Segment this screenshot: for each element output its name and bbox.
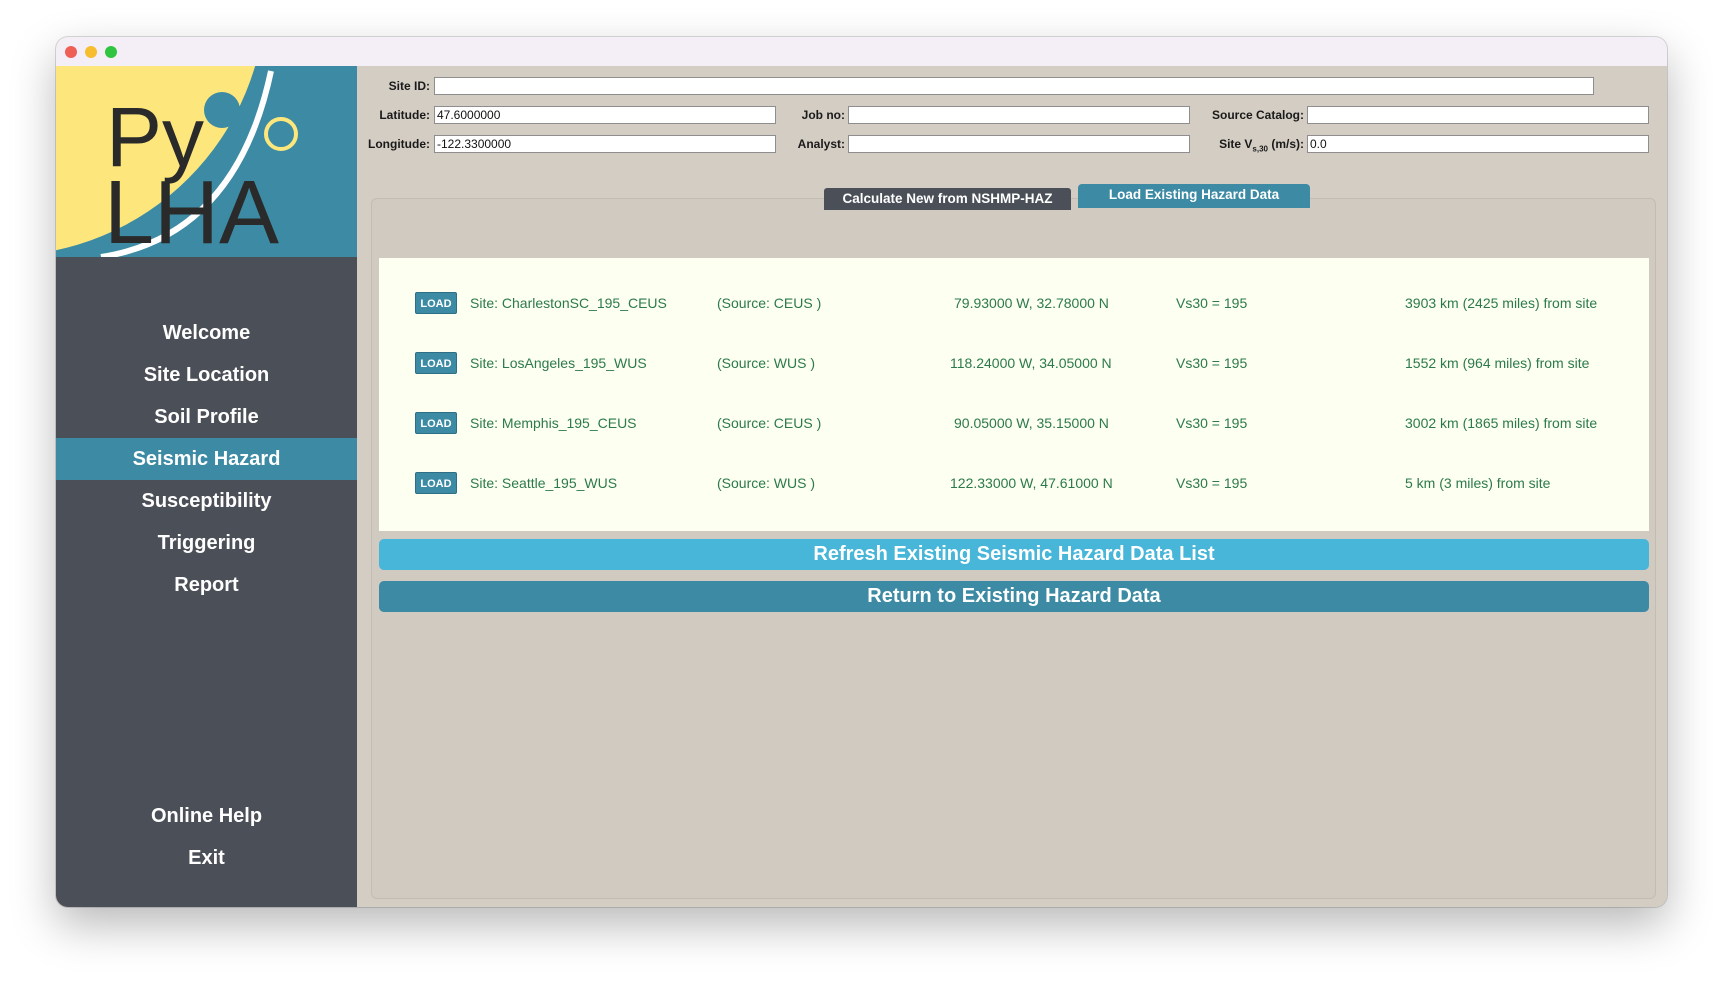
sidebar-nav: Welcome Site Location Soil Profile Seism… (56, 312, 357, 606)
longitude-label: Longitude: (368, 137, 430, 151)
title-bar (56, 37, 1667, 66)
exit-button[interactable]: Exit (56, 837, 357, 879)
zoom-window-button[interactable] (105, 46, 117, 58)
sidebar-bottom-nav: Online Help Exit (56, 795, 357, 879)
load-button[interactable]: LOAD (415, 412, 457, 434)
load-button[interactable]: LOAD (415, 472, 457, 494)
minimize-window-button[interactable] (85, 46, 97, 58)
close-window-button[interactable] (65, 46, 77, 58)
source-catalog-input[interactable] (1307, 106, 1649, 124)
vs30-value: Vs30 = 195 (1176, 355, 1248, 371)
load-button[interactable]: LOAD (415, 292, 457, 314)
refresh-hazard-list-button[interactable]: Refresh Existing Seismic Hazard Data Lis… (379, 539, 1649, 570)
sidebar-item-report[interactable]: Report (56, 564, 357, 606)
latitude-input[interactable] (434, 106, 776, 124)
coordinates: 118.24000 W, 34.05000 N (950, 355, 1112, 371)
coordinates: 79.93000 W, 32.78000 N (954, 295, 1109, 311)
load-button[interactable]: LOAD (415, 352, 457, 374)
online-help-link[interactable]: Online Help (56, 795, 357, 837)
site-name: Site: Memphis_195_CEUS (470, 415, 637, 431)
site-id-input[interactable] (434, 77, 1594, 95)
source-label: (Source: CEUS ) (717, 295, 822, 311)
site-name: Site: CharlestonSC_195_CEUS (470, 295, 667, 311)
list-item: LOAD Site: LosAngeles_195_WUS (Source: W… (379, 352, 1649, 376)
site-vs30-label-sub: s,30 (1252, 144, 1268, 154)
analyst-input[interactable] (848, 135, 1190, 153)
vs30-value: Vs30 = 195 (1176, 415, 1248, 431)
source-label: (Source: WUS ) (717, 475, 816, 491)
app-window: Py LHA Welcome Site Location Soil Profil… (56, 37, 1667, 907)
source-catalog-label: Source Catalog: (1211, 108, 1304, 122)
site-name: Site: Seattle_195_WUS (470, 475, 618, 491)
tab-load-existing[interactable]: Load Existing Hazard Data (1078, 184, 1310, 208)
longitude-input[interactable] (434, 135, 776, 153)
job-no-label: Job no: (801, 108, 845, 122)
latitude-label: Latitude: (379, 108, 430, 122)
site-vs30-label: Site Vs,30 (m/s): (1187, 135, 1304, 153)
list-item: LOAD Site: Seattle_195_WUS (Source: WUS … (379, 472, 1649, 496)
main-content: Site ID: Latitude: Longitude: Job no: An… (357, 66, 1667, 907)
sidebar-item-seismic-hazard[interactable]: Seismic Hazard (56, 438, 357, 480)
sidebar-item-welcome[interactable]: Welcome (56, 312, 357, 354)
sidebar-item-susceptibility[interactable]: Susceptibility (56, 480, 357, 522)
logo-lha-text: LHA (104, 163, 279, 257)
source-label: (Source: CEUS ) (717, 415, 822, 431)
vs30-value: Vs30 = 195 (1176, 295, 1248, 311)
site-vs30-label-unit: (m/s): (1268, 137, 1304, 151)
sidebar: Py LHA Welcome Site Location Soil Profil… (56, 66, 357, 907)
vs30-value: Vs30 = 195 (1176, 475, 1248, 491)
distance: 3002 km (1865 miles) from site (1405, 415, 1598, 431)
analyst-label: Analyst: (797, 137, 845, 151)
sidebar-item-site-location[interactable]: Site Location (56, 354, 357, 396)
source-label: (Source: WUS ) (717, 355, 816, 371)
site-vs30-input[interactable] (1307, 135, 1649, 153)
pylha-logo: Py LHA (56, 66, 357, 257)
site-vs30-label-main: Site V (1219, 137, 1253, 151)
distance: 5 km (3 miles) from site (1405, 475, 1551, 491)
sidebar-item-triggering[interactable]: Triggering (56, 522, 357, 564)
job-no-input[interactable] (848, 106, 1190, 124)
coordinates: 122.33000 W, 47.61000 N (950, 475, 1113, 491)
tab-calculate-new[interactable]: Calculate New from NSHMP-HAZ (824, 188, 1071, 210)
distance: 3903 km (2425 miles) from site (1405, 295, 1598, 311)
list-item: LOAD Site: CharlestonSC_195_CEUS (Source… (379, 292, 1649, 316)
list-item: LOAD Site: Memphis_195_CEUS (Source: CEU… (379, 412, 1649, 436)
return-to-existing-hazard-button[interactable]: Return to Existing Hazard Data (379, 581, 1649, 612)
sidebar-item-soil-profile[interactable]: Soil Profile (56, 396, 357, 438)
site-name: Site: LosAngeles_195_WUS (470, 355, 647, 371)
coordinates: 90.05000 W, 35.15000 N (954, 415, 1109, 431)
site-id-label: Site ID: (388, 79, 430, 93)
hazard-data-list: LOAD Site: CharlestonSC_195_CEUS (Source… (379, 258, 1649, 531)
distance: 1552 km (964 miles) from site (1405, 355, 1590, 371)
